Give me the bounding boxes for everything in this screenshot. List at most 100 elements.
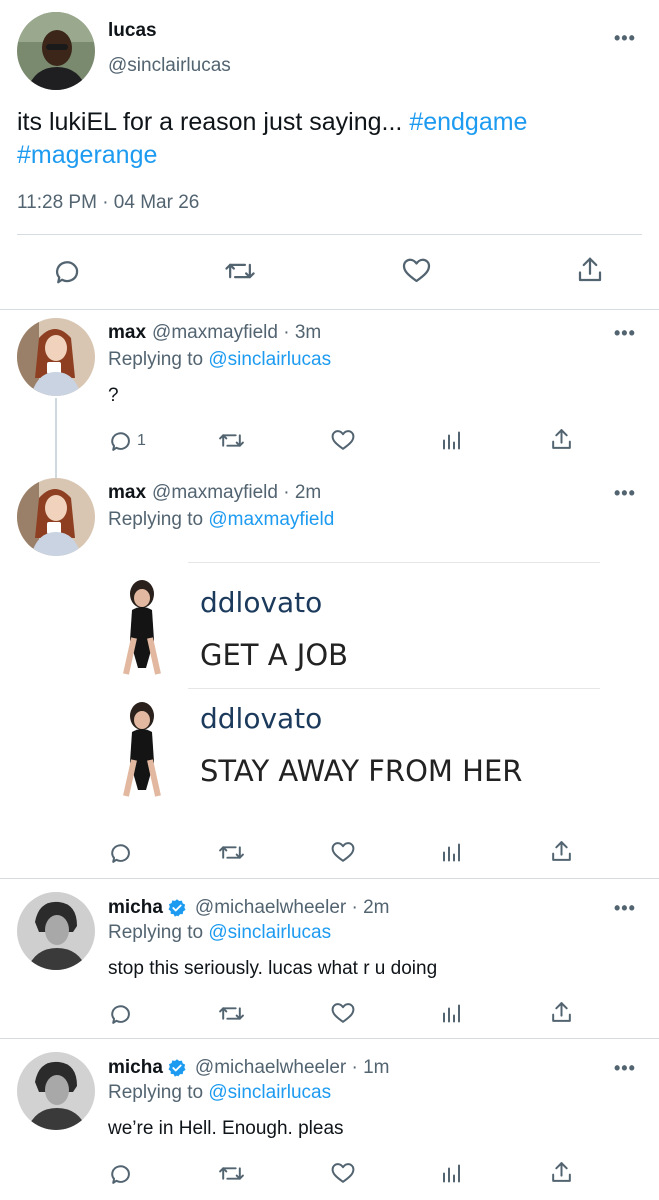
hashtag-link[interactable]: #endgame [409,108,527,136]
more-options-icon[interactable]: ••• [614,898,636,919]
avatar[interactable] [17,1052,95,1130]
reply-text: ? [108,385,119,406]
reply-header: max @maxmayfield · 2m [108,482,321,504]
like-button[interactable] [330,840,356,865]
tweet-text-body: its lukiEL for a reason just saying... [17,108,410,136]
share-button[interactable] [549,1000,574,1025]
mention-link[interactable]: @maxmayfield [208,509,334,530]
reply-header: max @maxmayfield · 3m [108,322,321,344]
reply-button[interactable] [108,840,133,865]
replying-to: Replying to @maxmayfield [108,509,334,531]
share-icon [552,429,571,449]
analytics-button[interactable] [440,1001,464,1026]
analytics-button[interactable] [440,1161,464,1186]
avatar[interactable] [17,12,95,90]
like-button[interactable] [330,1001,356,1026]
author-name[interactable]: lucas [108,20,157,42]
embedded-comment-user: ddlovato [200,702,323,735]
replying-to-prefix: Replying to [108,349,209,370]
share-icon [552,1162,571,1182]
like-button[interactable] [401,256,432,286]
replying-to-prefix: Replying to [108,509,209,530]
mention-link[interactable]: @sinclairlucas [208,349,331,370]
embedded-comment-user: ddlovato [200,586,323,619]
author-name[interactable]: micha [108,897,163,919]
replying-to-prefix: Replying to [108,922,209,943]
avatar[interactable] [17,478,95,556]
tweet-text: its lukiEL for a reason just saying... #… [17,106,637,172]
retweet-button[interactable] [224,256,256,286]
tweet-actions [0,252,659,292]
retweet-icon [219,1167,244,1180]
retweet-button[interactable] [218,1161,245,1186]
more-options-icon[interactable]: ••• [614,28,636,49]
mention-link[interactable]: @sinclairlucas [208,922,331,943]
reply-tweet: micha @michaelwheeler · 1m ••• Replying … [0,1039,659,1200]
tweet-timestamp[interactable]: 11:28 PM · 04 Mar 26 [17,192,199,214]
reply-header: micha @michaelwheeler · 2m [108,897,390,919]
commenter-photo [108,700,178,800]
author-handle[interactable]: @sinclairlucas [108,55,231,77]
reply-icon [111,844,130,863]
heart-icon [331,430,355,450]
author-name[interactable]: micha [108,1057,163,1079]
reply-button[interactable] [108,1161,133,1186]
retweet-button[interactable] [218,1001,245,1026]
retweet-icon [219,434,244,447]
embedded-comment-text: GET A JOB [200,638,349,672]
reply-header: micha @michaelwheeler · 1m [108,1057,390,1079]
share-icon [552,1002,571,1022]
more-options-icon[interactable]: ••• [614,323,636,344]
analytics-button[interactable] [440,428,464,453]
author-handle[interactable]: @michaelwheeler · 1m [195,1057,390,1079]
reply-tweet: micha @michaelwheeler · 2m ••• Replying … [0,879,659,1039]
embedded-comment: ddlovato GET A JOB [108,564,600,684]
main-tweet: lucas @sinclairlucas ••• its lukiEL for … [0,0,659,310]
heart-icon [331,842,355,862]
hashtag-link[interactable]: #magerange [17,141,157,169]
reply-icon [111,1005,130,1024]
analytics-button[interactable] [440,840,464,865]
like-button[interactable] [330,428,356,453]
heart-icon [331,1003,355,1023]
avatar[interactable] [17,892,95,970]
verified-badge-icon [168,899,186,917]
retweet-button[interactable] [218,428,245,453]
replying-to: Replying to @sinclairlucas [108,349,331,371]
replying-to: Replying to @sinclairlucas [108,922,331,944]
embedded-comment-text: STAY AWAY FROM HER [200,754,523,788]
retweet-button[interactable] [218,840,245,865]
divider [188,562,600,563]
retweet-icon [219,1007,244,1020]
reply-button[interactable] [52,256,82,286]
share-button[interactable] [549,427,574,452]
share-button[interactable] [549,839,574,864]
embedded-comment: ddlovato STAY AWAY FROM HER [108,690,600,810]
share-button[interactable] [575,255,605,285]
author-handle[interactable]: @maxmayfield · 2m [152,482,321,504]
heart-icon [331,1163,355,1183]
avatar[interactable] [17,318,95,396]
reply-button[interactable]: 1 [108,428,146,453]
author-name[interactable]: max [108,482,146,504]
verified-badge-icon [168,1059,186,1077]
share-button[interactable] [549,1160,574,1185]
author-handle[interactable]: @michaelwheeler · 2m [195,897,390,919]
divider [188,688,600,689]
share-icon [578,257,602,282]
reply-icon [111,1165,130,1184]
divider [17,234,642,235]
more-options-icon[interactable]: ••• [614,483,636,504]
replying-to: Replying to @sinclairlucas [108,1082,331,1104]
reply-button[interactable] [108,1001,133,1026]
like-button[interactable] [330,1161,356,1186]
retweet-icon [219,846,244,859]
attached-image[interactable]: ddlovato GET A JOB ddlovato STAY AWAY FR… [108,560,600,805]
reply-text: stop this seriously. lucas what r u doin… [108,958,438,979]
reply-tweet: max @maxmayfield · 3m ••• Replying to @s… [0,310,659,483]
author-handle[interactable]: @maxmayfield · 3m [152,322,321,344]
retweet-icon [225,263,255,279]
author-name[interactable]: max [108,322,146,344]
more-options-icon[interactable]: ••• [614,1058,636,1079]
mention-link[interactable]: @sinclairlucas [208,1082,331,1103]
